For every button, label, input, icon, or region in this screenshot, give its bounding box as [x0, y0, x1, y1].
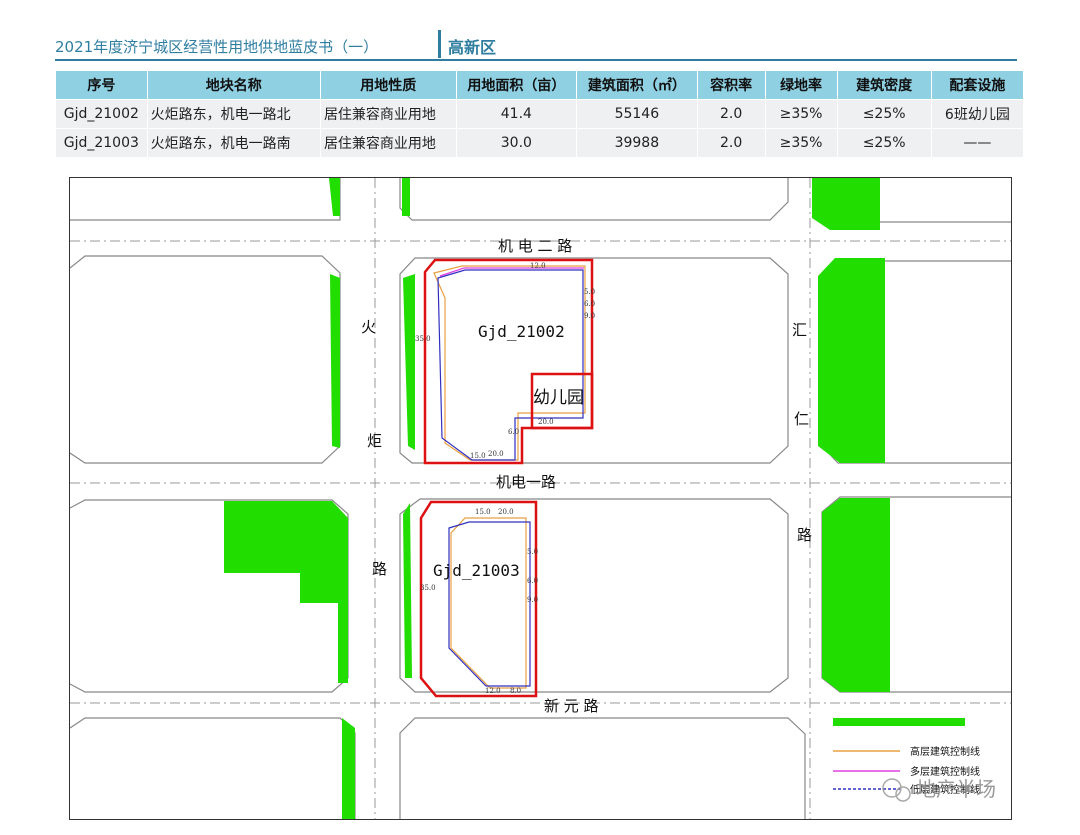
road-label-xinyuan: 新 元 路 — [544, 697, 599, 715]
dim-label: 5.0 — [584, 288, 595, 296]
parcel-label-21002: Gjd_21002 — [478, 322, 565, 341]
watermark-text: 地产半场 — [916, 777, 996, 801]
col-header-name: 地块名称 — [146, 70, 321, 100]
dim-label: 6.0 — [584, 300, 595, 308]
road-label-huoju-2: 炬 — [367, 432, 382, 450]
dim-label: 12.0 — [530, 262, 546, 270]
road-label-jidian1: 机电一路 — [496, 473, 556, 491]
cell-name: 火炬路东，机电一路南 — [146, 128, 321, 158]
col-header-facilities: 配套设施 — [930, 70, 1025, 100]
header-separator — [438, 30, 441, 58]
cell-far: 2.0 — [696, 99, 766, 129]
parcel-label-21003: Gjd_21003 — [433, 561, 520, 580]
cell-density: ≤25% — [836, 99, 932, 129]
cell-facilities: —— — [930, 128, 1025, 158]
road-label-huiren-1: 汇 — [792, 321, 807, 339]
cell-name: 火炬路东，机电一路北 — [146, 99, 321, 129]
site-plan-map: 35.0 12.0 5.0 6.0 9.0 15.0 20.0 6.0 20.0… — [69, 177, 1012, 820]
dim-label: 20.0 — [538, 418, 554, 426]
parcel-info-table: 序号 地块名称 用地性质 用地面积（亩） 建筑面积（㎡） 容积率 绿地率 建筑密… — [55, 70, 1025, 158]
page-header: 2021年度济宁城区经营性用地供地蓝皮书（一） 高新区 — [55, 30, 1017, 61]
dim-label: 35.0 — [420, 584, 436, 592]
dim-label: 15.0 — [470, 452, 486, 460]
road-label-jidian2: 机 电 二 路 — [498, 237, 572, 255]
cell-use: 居住兼容商业用地 — [319, 128, 457, 158]
dim-label: 8.0 — [510, 687, 521, 695]
cell-id: Gjd_21002 — [55, 99, 148, 129]
dim-label: 20.0 — [488, 450, 504, 458]
dim-label: 15.0 — [475, 508, 491, 516]
col-header-use: 用地性质 — [319, 70, 457, 100]
p2-low-control-line — [448, 521, 531, 687]
header-rule — [55, 59, 1017, 61]
cell-id: Gjd_21003 — [55, 128, 148, 158]
kindergarten-label: 幼儿园 — [533, 388, 584, 408]
cell-floor-area: 55146 — [576, 99, 698, 129]
col-header-id: 序号 — [55, 70, 148, 100]
zone-title: 高新区 — [448, 38, 497, 57]
road-label-huoju-1: 火 — [361, 318, 376, 336]
dim-label: 6.0 — [527, 577, 538, 585]
col-header-area: 用地面积（亩） — [455, 70, 578, 100]
table-header-row: 序号 地块名称 用地性质 用地面积（亩） 建筑面积（㎡） 容积率 绿地率 建筑密… — [55, 70, 1025, 100]
p2-boundary — [419, 500, 538, 698]
col-header-green: 绿地率 — [764, 70, 838, 100]
road-label-huiren-2: 仁 — [794, 410, 809, 428]
cell-green: ≥35% — [764, 128, 838, 158]
legend-high-label: 高层建筑控制线 — [910, 745, 980, 758]
road-label-huiren-3: 路 — [797, 526, 812, 544]
p2-high-control-line — [450, 517, 527, 689]
cell-use: 居住兼容商业用地 — [319, 99, 457, 129]
dim-label: 6.0 — [508, 428, 519, 436]
col-header-density: 建筑密度 — [836, 70, 932, 100]
cell-facilities: 6班幼儿园 — [930, 99, 1025, 129]
cell-density: ≤25% — [836, 128, 932, 158]
cell-area: 41.4 — [455, 99, 578, 129]
dim-label: 12.0 — [485, 687, 501, 695]
col-header-floor-area: 建筑面积（㎡） — [576, 70, 698, 100]
p1-multi-control-line — [439, 267, 584, 277]
dim-label: 9.0 — [527, 596, 538, 604]
cell-far: 2.0 — [696, 128, 766, 158]
col-header-far: 容积率 — [696, 70, 766, 100]
dim-label: 5.0 — [527, 548, 538, 556]
dim-label: 9.0 — [584, 312, 595, 320]
road-label-huoju-3: 路 — [372, 560, 387, 578]
cell-area: 30.0 — [455, 128, 578, 158]
table-row: Gjd_21003 火炬路东，机电一路南 居住兼容商业用地 30.0 39988… — [55, 128, 1025, 158]
cell-green: ≥35% — [764, 99, 838, 129]
dim-label: 35.0 — [415, 335, 431, 343]
dim-label: 20.0 — [498, 508, 514, 516]
table-row: Gjd_21002 火炬路东，机电一路北 居住兼容商业用地 41.4 55146… — [55, 99, 1025, 129]
cell-floor-area: 39988 — [576, 128, 698, 158]
document-subtitle: 2021年度济宁城区经营性用地供地蓝皮书（一） — [55, 38, 379, 56]
